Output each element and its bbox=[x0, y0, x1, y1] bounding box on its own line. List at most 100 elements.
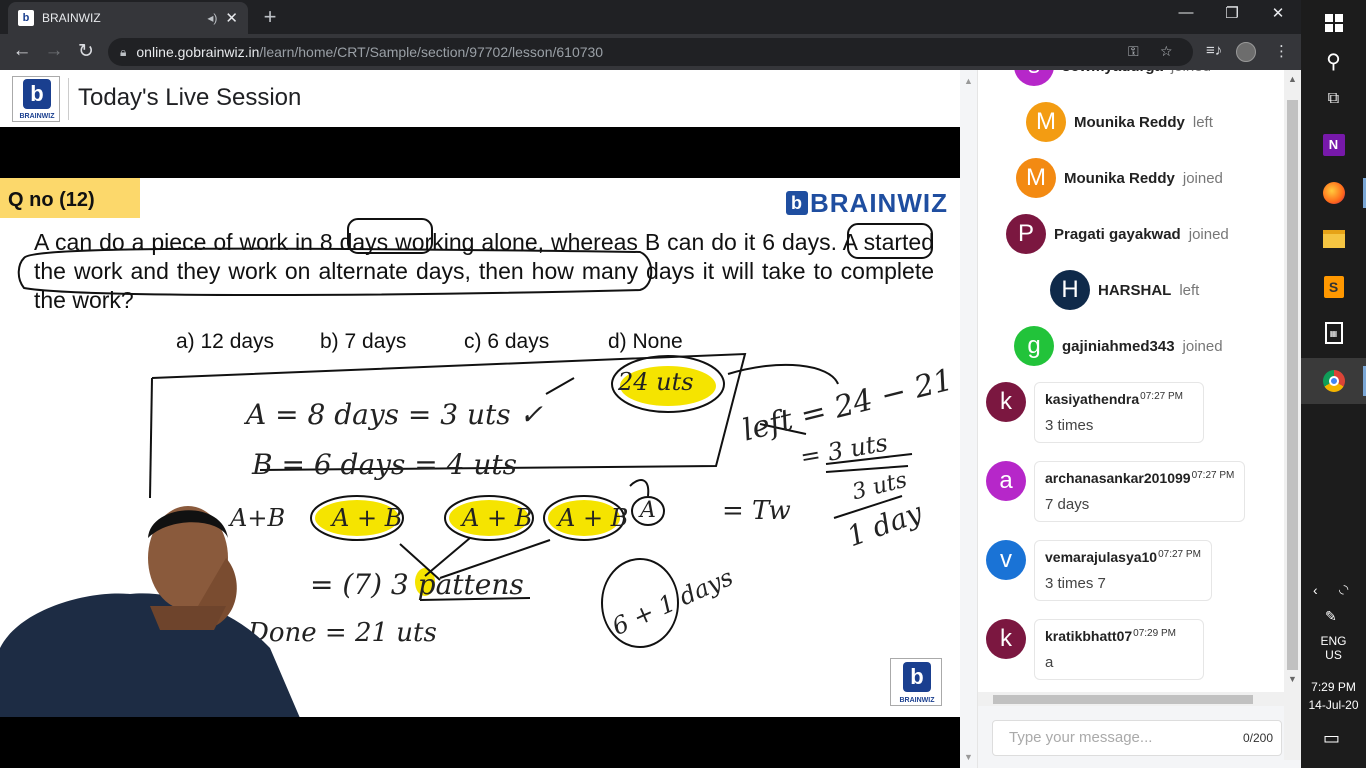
back-arrow-icon[interactable]: ← bbox=[10, 40, 34, 62]
reload-icon[interactable]: ↻ bbox=[74, 40, 98, 63]
option-b: b) 7 days bbox=[320, 330, 407, 353]
user-avatar: a bbox=[986, 461, 1026, 501]
task-view-icon[interactable]: ⧉ bbox=[1301, 76, 1366, 122]
chat-input-box[interactable]: 0/200 bbox=[992, 720, 1282, 756]
firefox-icon[interactable] bbox=[1301, 170, 1366, 216]
presenter-video-feed bbox=[0, 506, 300, 717]
event-username: Pragati gayakwad bbox=[1054, 225, 1181, 243]
chat-event-item: H HARSHAL left bbox=[1050, 270, 1199, 310]
bookmark-star-icon[interactable]: ☆ bbox=[1160, 43, 1173, 60]
chat-message: a archanasankar20109907:27 PM 7 days bbox=[986, 461, 1246, 522]
message-bubble: archanasankar20109907:27 PM 7 days bbox=[1034, 461, 1246, 522]
handwritten-24-units: 24 uts bbox=[618, 368, 694, 396]
message-text: 7 days bbox=[1045, 496, 1090, 513]
option-d: d) None bbox=[608, 330, 683, 353]
chat-event-item: M Mounika Reddy joined bbox=[1016, 158, 1223, 198]
event-username: gajiniahmed343 bbox=[1062, 337, 1175, 355]
close-tab-icon[interactable]: ✕ bbox=[225, 9, 238, 27]
new-tab-button[interactable]: + bbox=[258, 4, 282, 30]
brainwiz-watermark-logo: b BRAINWIZ bbox=[890, 658, 942, 706]
handwritten-7-patterns: = (7) 3 pattens bbox=[310, 568, 524, 601]
brainwiz-logo[interactable]: b BRAINWIZ bbox=[12, 76, 60, 122]
browser-tab[interactable]: b BRAINWIZ ◂) ✕ bbox=[8, 2, 248, 34]
message-username: kasiyathendra bbox=[1045, 391, 1140, 407]
message-text: 3 times 7 bbox=[1045, 575, 1106, 592]
message-time: 07:27 PM bbox=[1191, 470, 1235, 481]
handwritten-ab-3: A + B bbox=[558, 504, 629, 532]
chat-event-item: M Mounika Reddy left bbox=[1026, 102, 1213, 142]
question-number-label: Q no (12) bbox=[0, 178, 140, 218]
event-username: Mounika Reddy bbox=[1064, 169, 1175, 187]
maximize-button[interactable]: ❐ bbox=[1212, 4, 1252, 22]
header-divider bbox=[68, 78, 69, 120]
menu-dots-icon[interactable]: ⋮ bbox=[1274, 42, 1289, 60]
chat-panel: ▲ ▼ s sowmyadurga joined M Mounika Reddy left… bbox=[960, 70, 1301, 768]
address-bar[interactable]: 🔒︎ online.gobrainwiz.in/learn/home/CRT/S… bbox=[108, 38, 1193, 66]
chat-message-list: s sowmyadurga joined M Mounika Reddy left M Mou… bbox=[978, 70, 1284, 694]
message-username: archanasankar201099 bbox=[1045, 470, 1191, 486]
media-control-icon[interactable]: ≡♪ bbox=[1206, 42, 1222, 59]
page-title: Today's Live Session bbox=[78, 84, 302, 111]
page-header: b BRAINWIZ Today's Live Session bbox=[0, 70, 960, 127]
profile-avatar[interactable] bbox=[1236, 42, 1256, 62]
sublime-text-icon[interactable]: S bbox=[1301, 264, 1366, 310]
user-avatar: s bbox=[1014, 70, 1054, 86]
chat-message-input[interactable] bbox=[1009, 729, 1229, 746]
handwritten-b-rate: B = 6 days = 4 uts bbox=[252, 448, 517, 481]
file-explorer-icon[interactable] bbox=[1301, 216, 1366, 262]
pen-icon[interactable]: ✎ bbox=[1325, 608, 1337, 625]
option-c: c) 6 days bbox=[464, 330, 550, 353]
chat-event-item: g gajiniahmed343 joined bbox=[1014, 326, 1223, 366]
vertical-scrollbar[interactable]: ▲ ▼ bbox=[1284, 70, 1301, 760]
forward-arrow-icon[interactable]: → bbox=[42, 40, 66, 62]
close-window-button[interactable]: ✕ bbox=[1258, 4, 1298, 22]
message-bubble: kratikbhatt0707:29 PM a bbox=[1034, 619, 1204, 680]
notifications-icon[interactable]: ▭ bbox=[1323, 728, 1340, 749]
minimize-button[interactable]: — bbox=[1166, 4, 1206, 21]
user-avatar: H bbox=[1050, 270, 1090, 310]
event-action: joined bbox=[1188, 225, 1229, 243]
slide-brand-logo: b BRAINWIZ bbox=[786, 188, 948, 219]
wifi-icon[interactable]: ◟◝ bbox=[1339, 582, 1348, 596]
user-avatar: M bbox=[1016, 158, 1056, 198]
message-bubble: kasiyathendra07:27 PM 3 times bbox=[1034, 382, 1204, 443]
browser-toolbar: ← → ↻ 🔒︎ online.gobrainwiz.in/learn/home… bbox=[0, 34, 1301, 70]
brainwiz-favicon-icon: b bbox=[18, 10, 34, 26]
lock-icon: 🔒︎ bbox=[120, 44, 127, 59]
chat-message: k kasiyathendra07:27 PM 3 times bbox=[986, 382, 1204, 443]
key-icon[interactable]: ⚿ bbox=[1128, 43, 1139, 60]
onenote-icon[interactable]: N bbox=[1301, 122, 1366, 168]
calculator-icon[interactable]: ▦ bbox=[1301, 310, 1366, 356]
event-action: left bbox=[1192, 113, 1213, 131]
message-username: vemarajulasya10 bbox=[1045, 549, 1158, 565]
message-time: 07:27 PM bbox=[1140, 391, 1183, 402]
event-action: joined bbox=[1182, 169, 1223, 187]
event-action: joined bbox=[1171, 70, 1211, 75]
live-video-player[interactable]: Q no (12) b BRAINWIZ A can do a piece of … bbox=[0, 127, 960, 768]
chat-event-item: P Pragati gayakwad joined bbox=[1006, 214, 1229, 254]
horizontal-scrollbar[interactable] bbox=[978, 692, 1284, 706]
event-username: sowmyadurga bbox=[1062, 70, 1163, 75]
user-avatar: g bbox=[1014, 326, 1054, 366]
language-indicator[interactable]: ENG US bbox=[1301, 634, 1366, 662]
user-avatar: k bbox=[986, 382, 1026, 422]
handwritten-ab-1: A + B bbox=[332, 504, 403, 532]
chat-message: k kratikbhatt0707:29 PM a bbox=[986, 619, 1204, 680]
option-a: a) 12 days bbox=[176, 330, 275, 353]
message-text: a bbox=[1045, 654, 1054, 671]
message-text: 3 times bbox=[1045, 417, 1094, 434]
handwritten-ab-2: A + B bbox=[462, 504, 533, 532]
question-text: A can do a piece of work in 8 days worki… bbox=[34, 229, 934, 313]
message-time: 07:27 PM bbox=[1158, 549, 1201, 560]
chrome-icon[interactable] bbox=[1301, 358, 1366, 404]
system-clock[interactable]: 7:29 PM 14-Jul-20 bbox=[1301, 680, 1366, 712]
windows-taskbar: ⚲ ⧉ N S ▦ ‹ ◟◝ ✎ ENG US 7:29 PM 14-Jul-20 … bbox=[1301, 0, 1366, 768]
event-action: joined bbox=[1182, 337, 1223, 355]
left-scrollbar[interactable]: ▲ ▼ bbox=[960, 70, 978, 768]
char-counter: 0/200 bbox=[1242, 731, 1273, 745]
event-action: left bbox=[1179, 281, 1200, 299]
show-hidden-icons-chevron-icon[interactable]: ‹ bbox=[1313, 582, 1318, 598]
user-avatar: k bbox=[986, 619, 1026, 659]
speaker-icon[interactable]: ◂) bbox=[207, 11, 217, 25]
browser-tab-strip: b BRAINWIZ ◂) ✕ + — ❐ ✕ bbox=[0, 0, 1301, 34]
